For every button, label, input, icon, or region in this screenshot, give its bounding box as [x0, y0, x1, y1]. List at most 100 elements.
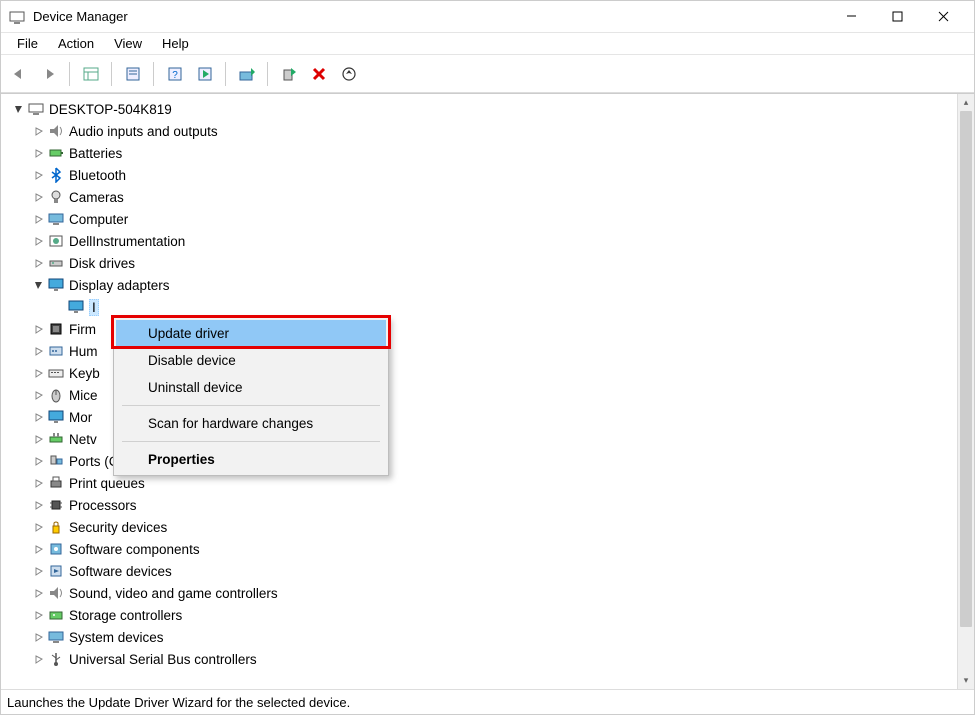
expander-collapsed[interactable] [31, 234, 45, 248]
tree-category-22[interactable]: System devices [9, 626, 957, 648]
expander-collapsed[interactable] [31, 498, 45, 512]
update-driver-tb-button[interactable] [233, 60, 261, 88]
tree-node-label: DESKTOP-504K819 [49, 102, 172, 117]
tree-category-7[interactable]: Display adapters [9, 274, 957, 296]
scroll-thumb[interactable] [960, 111, 972, 627]
app-icon [9, 9, 25, 25]
tree-category-4[interactable]: Computer [9, 208, 957, 230]
tree-category-17[interactable]: Security devices [9, 516, 957, 538]
tree-category-5[interactable]: DellInstrumentation [9, 230, 957, 252]
expander-collapsed[interactable] [31, 564, 45, 578]
tree-category-18[interactable]: Software components [9, 538, 957, 560]
forward-button[interactable] [35, 60, 63, 88]
scan-hardware-tb-button[interactable] [335, 60, 363, 88]
expander-collapsed[interactable] [31, 542, 45, 556]
expander-collapsed[interactable] [31, 344, 45, 358]
tree-node-label: DellInstrumentation [69, 234, 185, 249]
toolbar-separator [111, 62, 113, 86]
tree-node-label: Netv [69, 432, 97, 447]
display-icon [47, 276, 65, 294]
back-button[interactable] [5, 60, 33, 88]
sound-icon [47, 584, 65, 602]
tree-node-label: Software components [69, 542, 200, 557]
expander-collapsed[interactable] [31, 410, 45, 424]
delete-tb-button[interactable] [305, 60, 333, 88]
tree-node-label: Disk drives [69, 256, 135, 271]
tree-category-2[interactable]: Bluetooth [9, 164, 957, 186]
expander-collapsed[interactable] [31, 608, 45, 622]
expander-collapsed[interactable] [31, 124, 45, 138]
tree-category-1[interactable]: Batteries [9, 142, 957, 164]
tree-category-21[interactable]: Storage controllers [9, 604, 957, 626]
context-menu[interactable]: Update driverDisable deviceUninstall dev… [113, 317, 389, 476]
expander-collapsed[interactable] [31, 520, 45, 534]
uninstall-tb-button[interactable] [275, 60, 303, 88]
menu-help[interactable]: Help [152, 34, 199, 53]
maximize-button[interactable] [874, 2, 920, 32]
expander-collapsed[interactable] [31, 652, 45, 666]
expander-collapsed[interactable] [31, 432, 45, 446]
tree-root[interactable]: DESKTOP-504K819 [9, 98, 957, 120]
expander-expanded[interactable] [31, 278, 45, 292]
tree-node-label: Security devices [69, 520, 167, 535]
tree-category-6[interactable]: Disk drives [9, 252, 957, 274]
tree-node-label: Audio inputs and outputs [69, 124, 218, 139]
expander-collapsed[interactable] [31, 146, 45, 160]
network-icon [47, 430, 65, 448]
scroll-up-arrow[interactable]: ▴ [958, 94, 974, 111]
expander-collapsed[interactable] [31, 212, 45, 226]
context-menu-item-disable-device[interactable]: Disable device [116, 347, 386, 374]
tree-device-selected[interactable]: I [9, 296, 957, 318]
toolbar: ? [1, 55, 974, 93]
scroll-track[interactable] [958, 111, 974, 672]
firmware-icon [47, 320, 65, 338]
status-text: Launches the Update Driver Wizard for th… [7, 695, 350, 710]
expander-collapsed[interactable] [31, 190, 45, 204]
software-dev-icon [47, 562, 65, 580]
expander-collapsed[interactable] [31, 366, 45, 380]
window-title: Device Manager [33, 9, 828, 24]
menu-action[interactable]: Action [48, 34, 104, 53]
tree-node-label: Firm [69, 322, 96, 337]
menu-file[interactable]: File [7, 34, 48, 53]
expander-collapsed[interactable] [31, 322, 45, 336]
help-tb-button[interactable]: ? [161, 60, 189, 88]
expander-collapsed[interactable] [31, 476, 45, 490]
tree-category-3[interactable]: Cameras [9, 186, 957, 208]
software-comp-icon [47, 540, 65, 558]
expander-collapsed[interactable] [31, 630, 45, 644]
tree-node-label: Batteries [69, 146, 122, 161]
cpu-icon [47, 496, 65, 514]
expander-collapsed[interactable] [31, 586, 45, 600]
monitor-icon [47, 408, 65, 426]
toolbar-separator [153, 62, 155, 86]
vertical-scrollbar[interactable]: ▴ ▾ [957, 94, 974, 689]
menu-view[interactable]: View [104, 34, 152, 53]
properties-tb-button[interactable] [119, 60, 147, 88]
hid-icon [47, 342, 65, 360]
tree-category-0[interactable]: Audio inputs and outputs [9, 120, 957, 142]
storage-icon [47, 606, 65, 624]
expander-collapsed[interactable] [31, 256, 45, 270]
minimize-button[interactable] [828, 2, 874, 32]
context-menu-item-update-driver[interactable]: Update driver [116, 320, 386, 347]
tree-node-label: Keyb [69, 366, 100, 381]
context-menu-item-properties[interactable]: Properties [116, 446, 386, 473]
context-menu-item-uninstall-device[interactable]: Uninstall device [116, 374, 386, 401]
enable-tb-button[interactable] [191, 60, 219, 88]
tree-category-16[interactable]: Processors [9, 494, 957, 516]
expander-collapsed[interactable] [31, 388, 45, 402]
window-controls [828, 2, 966, 32]
context-menu-item-scan-for-hardware-changes[interactable]: Scan for hardware changes [116, 410, 386, 437]
tree-node-label: Sound, video and game controllers [69, 586, 278, 601]
tree-category-23[interactable]: Universal Serial Bus controllers [9, 648, 957, 670]
expander-collapsed[interactable] [31, 454, 45, 468]
tree-category-19[interactable]: Software devices [9, 560, 957, 582]
close-button[interactable] [920, 2, 966, 32]
tree-category-20[interactable]: Sound, video and game controllers [9, 582, 957, 604]
expander-expanded[interactable] [11, 102, 25, 116]
scroll-down-arrow[interactable]: ▾ [958, 672, 974, 689]
show-hide-tree-button[interactable] [77, 60, 105, 88]
expander-collapsed[interactable] [31, 168, 45, 182]
titlebar: Device Manager [1, 1, 974, 33]
